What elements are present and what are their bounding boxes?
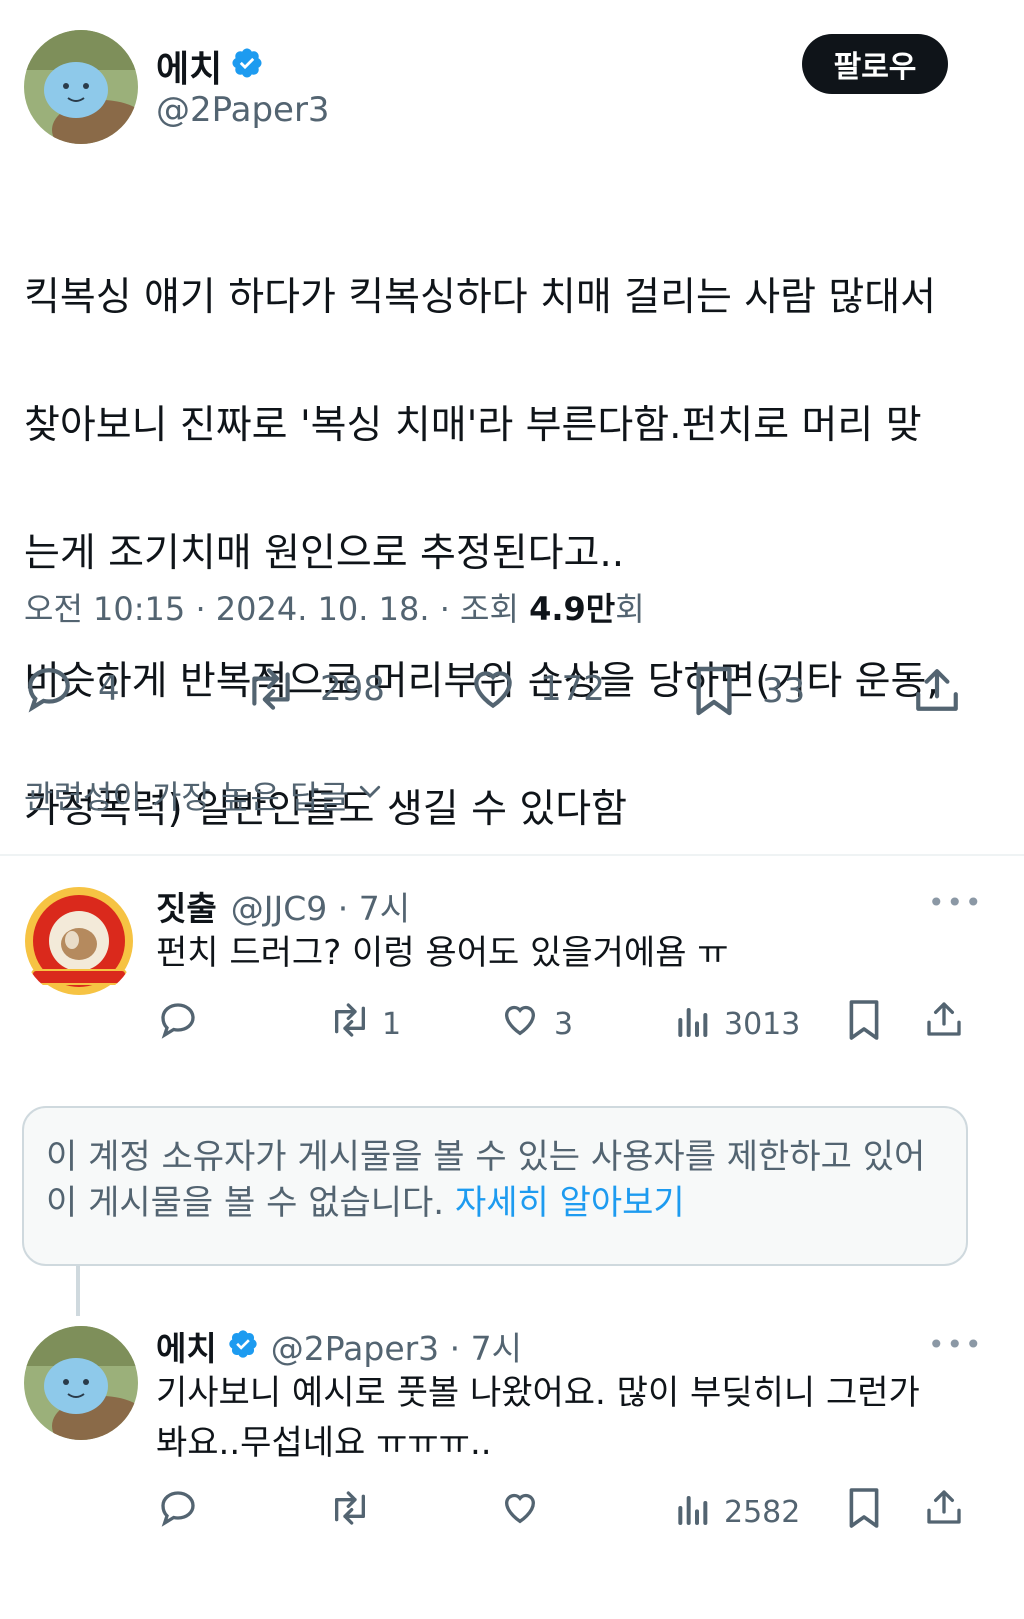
reply-views-action[interactable]: 3013 [674, 1000, 800, 1048]
reply-line: 기사보니 예시로 풋볼 나왔어요. 많이 부딪히니 그런가 [156, 1373, 920, 1413]
reply-count: 4 [98, 669, 120, 709]
analytics-icon [674, 1000, 710, 1048]
reply-author-name[interactable]: 에치 [156, 1322, 217, 1370]
reply-text: 펀치 드러그? 이렁 용어도 있을거에욤 ㅠ [156, 933, 729, 973]
tweet-line: 찾아보니 진짜로 '복싱 치매'라 부른다함.펀치로 머리 맞 [24, 403, 922, 448]
reply-action[interactable]: 4 [24, 664, 120, 714]
chevron-down-icon [355, 776, 385, 814]
reply-header: 짓출 @JJC9 · 7시 [156, 882, 410, 930]
author-avatar[interactable] [24, 30, 138, 144]
heart-icon [468, 664, 518, 714]
reply-bookmark-action[interactable] [846, 1486, 882, 1538]
reply-avatar[interactable] [22, 884, 136, 998]
heart-icon [500, 1000, 540, 1048]
reply-avatar[interactable] [24, 1326, 138, 1440]
analytics-icon [674, 1488, 710, 1536]
reply-sort-selector[interactable]: 관련성이 가장 높은 답글 [24, 772, 385, 818]
section-divider [0, 854, 1024, 856]
reply-icon [158, 1000, 198, 1048]
reply-share-action[interactable] [924, 998, 964, 1048]
reply-share-action[interactable] [924, 1486, 964, 1536]
reply-text: 기사보니 예시로 풋볼 나왔어요. 많이 부딪히니 그런가 봐요..무섭네요 ㅠ… [156, 1368, 986, 1468]
retweet-icon [328, 1000, 372, 1048]
share-icon [924, 998, 964, 1048]
tweet-meta: 오전 10:15 · 2024. 10. 18. · 조회 4.9만회 [24, 584, 645, 630]
reply-header: 에치 @2Paper3 · 7시 [156, 1322, 522, 1370]
restricted-post-notice: 이 계정 소유자가 게시물을 볼 수 있는 사용자를 제한하고 있어 이 게시물… [22, 1106, 968, 1266]
share-icon [912, 664, 962, 716]
author-name[interactable]: 에치 [156, 40, 222, 92]
tweet-line: 킥복싱 얘기 하다가 킥복싱하다 치매 걸리는 사람 많대서 [24, 275, 937, 320]
more-options-icon[interactable]: ••• [928, 886, 984, 919]
reply-like-action[interactable]: 3 [500, 1000, 573, 1048]
retweet-count: 298 [320, 669, 385, 709]
reply-author-meta[interactable]: @JJC9 · 7시 [231, 882, 410, 930]
reply-reply-action[interactable] [158, 1000, 198, 1048]
bookmark-icon [846, 1486, 882, 1538]
verified-badge-icon [230, 46, 264, 84]
like-count: 172 [540, 669, 605, 709]
reply-views-action[interactable]: 2582 [674, 1488, 800, 1536]
follow-button[interactable]: 팔로우 [802, 34, 948, 94]
reply-line: 봐요..무섭네요 ㅠㅠㅠ.. [156, 1423, 492, 1463]
reply-views-count: 3013 [724, 1006, 801, 1042]
bookmark-icon [692, 664, 736, 718]
tweet-views: 4.9만 [529, 590, 616, 628]
sort-label: 관련성이 가장 높은 답글 [24, 778, 349, 816]
thread-connector [76, 1266, 80, 1316]
retweet-icon [328, 1488, 372, 1536]
retweet-icon [244, 664, 298, 714]
share-icon [924, 1486, 964, 1536]
reply-icon [24, 664, 74, 714]
views-suffix: 회 [615, 590, 645, 628]
reply-author-name[interactable]: 짓출 [156, 882, 217, 930]
share-action[interactable] [912, 664, 962, 716]
bookmark-action[interactable]: 33 [692, 664, 805, 718]
reply-retweet-action[interactable] [328, 1488, 372, 1536]
reply-bookmark-action[interactable] [846, 998, 882, 1050]
bookmark-count: 33 [762, 671, 806, 711]
reply-icon [158, 1488, 198, 1536]
reply-retweet-count: 1 [382, 1006, 402, 1042]
tweet-line: 는게 조기치매 원인으로 추정된다고.. [24, 531, 625, 576]
reply-author-meta[interactable]: @2Paper3 · 7시 [271, 1322, 522, 1370]
reply-like-action[interactable] [500, 1488, 540, 1536]
reply-reply-action[interactable] [158, 1488, 198, 1536]
learn-more-link[interactable]: 자세히 알아보기 [455, 1183, 685, 1223]
tweet-time[interactable]: 오전 10:15 · 2024. 10. 18. · 조회 [24, 590, 529, 628]
reply-views-count: 2582 [724, 1494, 801, 1530]
like-action[interactable]: 172 [468, 664, 605, 714]
author-handle[interactable]: @2Paper3 [156, 90, 330, 130]
reply-retweet-action[interactable]: 1 [328, 1000, 401, 1048]
heart-icon [500, 1488, 540, 1536]
more-options-icon[interactable]: ••• [928, 1328, 984, 1361]
reply-like-count: 3 [554, 1006, 574, 1042]
verified-badge-icon [227, 1328, 259, 1364]
bookmark-icon [846, 998, 882, 1050]
retweet-action[interactable]: 298 [244, 664, 385, 714]
